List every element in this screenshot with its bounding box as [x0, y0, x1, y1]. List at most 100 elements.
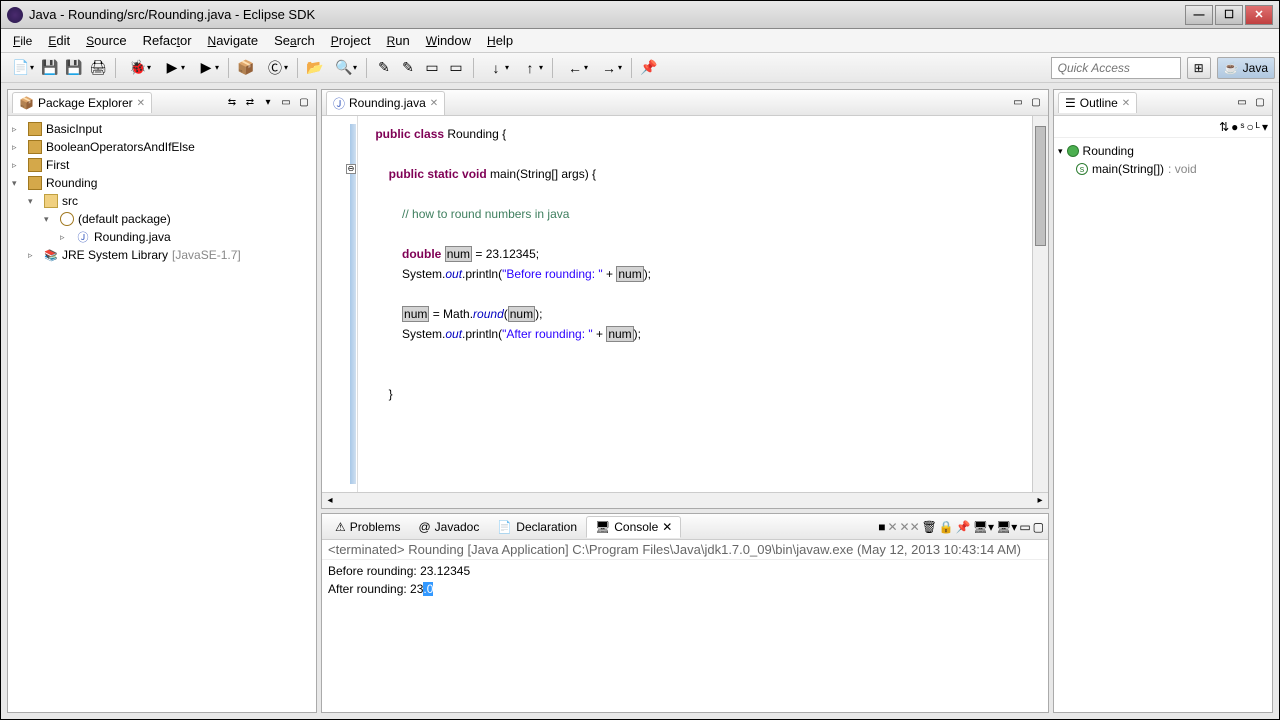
package-explorer-tab[interactable]: 📦 Package Explorer ✕ — [12, 92, 152, 113]
toggle-breadcrumb-button[interactable]: ▭ — [445, 57, 467, 79]
quick-access-input[interactable] — [1051, 57, 1181, 79]
maximize-editor-button[interactable]: ▢ — [1028, 95, 1044, 111]
minimize-outline-button[interactable]: ▭ — [1234, 95, 1250, 111]
editor-tab-rounding[interactable]: Ⓙ Rounding.java ✕ — [326, 91, 445, 115]
toggle-ws-button[interactable]: ▭ — [421, 57, 443, 79]
project-basicinput[interactable]: ▹BasicInput — [12, 120, 312, 138]
outline-tree[interactable]: ▾ Rounding s main(String[]): void — [1054, 138, 1272, 712]
toggle-mark-button[interactable]: ✎ — [373, 57, 395, 79]
outline-panel: ☰ Outline ✕ ▭ ▢ ⇅ ● ˢ ○ ᴸ ▾ — [1053, 89, 1273, 713]
search-button[interactable]: 🔍 — [328, 57, 360, 79]
maximize-outline-button[interactable]: ▢ — [1252, 95, 1268, 111]
hide-local-button[interactable]: ᴸ — [1256, 120, 1260, 134]
scroll-lock-button[interactable]: 🔒 — [939, 520, 954, 534]
main-area: 📦 Package Explorer ✕ ⇆ ⇄ ▾ ▭ ▢ ▹BasicInp… — [1, 83, 1279, 719]
remove-launch-button[interactable]: ✕ — [887, 520, 897, 534]
menu-help[interactable]: Help — [479, 30, 521, 51]
minimize-button[interactable]: — — [1185, 5, 1213, 25]
src-folder[interactable]: ▾src — [12, 192, 312, 210]
project-booleanops[interactable]: ▹BooleanOperatorsAndIfElse — [12, 138, 312, 156]
maximize-console-button[interactable]: ▢ — [1033, 520, 1044, 534]
terminate-button[interactable]: ■ — [878, 520, 885, 534]
tab-javadoc[interactable]: @ Javadoc — [409, 516, 488, 538]
close-icon[interactable]: ✕ — [137, 98, 145, 109]
toolbar: 📄 💾 💾 🖨 🐞 ▶ ▶ 📦 Ⓒ 📂 🔍 ✎ ✎ ▭ ▭ ↓ ↑ ← → 📌 … — [1, 53, 1279, 83]
outline-tab[interactable]: ☰ Outline ✕ — [1058, 92, 1137, 113]
editor-gutter[interactable]: ⊖ — [322, 116, 358, 492]
collapse-all-button[interactable]: ⇆ — [224, 95, 240, 111]
minimize-view-button[interactable]: ▭ — [278, 95, 294, 111]
package-explorer-panel: 📦 Package Explorer ✕ ⇆ ⇄ ▾ ▭ ▢ ▹BasicInp… — [7, 89, 317, 713]
package-tree[interactable]: ▹BasicInput ▹BooleanOperatorsAndIfElse ▹… — [8, 116, 316, 712]
menu-edit[interactable]: Edit — [40, 30, 78, 51]
project-rounding[interactable]: ▾Rounding — [12, 174, 312, 192]
view-menu-button[interactable]: ▾ — [260, 95, 276, 111]
new-class-button[interactable]: Ⓒ — [259, 57, 291, 79]
open-type-button[interactable]: 📂 — [304, 57, 326, 79]
console-output[interactable]: Before rounding: 23.12345After rounding:… — [322, 560, 1048, 712]
project-first[interactable]: ▹First — [12, 156, 312, 174]
editor-panel: Ⓙ Rounding.java ✕ ▭ ▢ ⊖ public class Rou — [321, 89, 1049, 509]
minimize-console-button[interactable]: ▭ — [1019, 520, 1030, 534]
link-editor-button[interactable]: ⇄ — [242, 95, 258, 111]
java-file-icon: Ⓙ — [333, 95, 345, 112]
jre-library[interactable]: ▹📚JRE System Library [JavaSE-1.7] — [12, 246, 312, 264]
maximize-view-button[interactable]: ▢ — [296, 95, 312, 111]
close-button[interactable]: ✕ — [1245, 5, 1273, 25]
minimize-editor-button[interactable]: ▭ — [1010, 95, 1026, 111]
menu-window[interactable]: Window — [418, 30, 479, 51]
vertical-scrollbar[interactable] — [1032, 116, 1048, 492]
remove-all-button[interactable]: ✕✕ — [900, 520, 920, 534]
java-file-rounding[interactable]: ▹ⒿRounding.java — [12, 228, 312, 246]
hide-fields-button[interactable]: ● — [1231, 120, 1238, 134]
outline-icon: ☰ — [1065, 96, 1076, 110]
menu-navigate[interactable]: Navigate — [200, 30, 267, 51]
back-button[interactable]: ← — [559, 57, 591, 79]
horizontal-scrollbar[interactable]: ◂▸ — [322, 492, 1048, 508]
pin-button[interactable]: 📌 — [638, 57, 660, 79]
debug-button[interactable]: 🐞 — [122, 57, 154, 79]
fold-button[interactable]: ⊖ — [346, 164, 356, 174]
forward-button[interactable]: → — [593, 57, 625, 79]
java-perspective-button[interactable]: ☕ Java — [1217, 57, 1275, 79]
close-icon[interactable]: ✕ — [1122, 98, 1130, 109]
prev-annotation-button[interactable]: ↑ — [514, 57, 546, 79]
menu-file[interactable]: File — [5, 30, 40, 51]
tab-console[interactable]: 🖥 Console ✕ — [586, 516, 681, 538]
menu-source[interactable]: Source — [78, 30, 135, 51]
hide-nonpublic-button[interactable]: ○ — [1247, 120, 1254, 134]
hide-static-button[interactable]: ˢ — [1240, 120, 1244, 134]
tab-problems[interactable]: ⚠ Problems — [326, 516, 409, 538]
outline-menu-button[interactable]: ▾ — [1262, 120, 1268, 134]
new-package-button[interactable]: 📦 — [235, 57, 257, 79]
outline-class[interactable]: ▾ Rounding — [1058, 142, 1268, 160]
menu-refactor[interactable]: Refactor — [135, 30, 200, 51]
display-console-button[interactable]: 🖥▾ — [973, 520, 994, 534]
default-package[interactable]: ▾(default package) — [12, 210, 312, 228]
eclipse-window: Java - Rounding/src/Rounding.java - Ecli… — [0, 0, 1280, 720]
run-external-button[interactable]: ▶ — [190, 57, 222, 79]
close-icon[interactable]: ✕ — [662, 520, 672, 534]
clear-console-button[interactable]: 🗑 — [922, 520, 937, 534]
code-editor[interactable]: ⊖ public class Rounding { public static … — [322, 116, 1048, 492]
run-button[interactable]: ▶ — [156, 57, 188, 79]
menu-run[interactable]: Run — [379, 30, 418, 51]
next-annotation-button[interactable]: ↓ — [480, 57, 512, 79]
toggle-block-button[interactable]: ✎ — [397, 57, 419, 79]
new-button[interactable]: 📄 — [5, 57, 37, 79]
outline-method-main[interactable]: s main(String[]): void — [1058, 160, 1268, 178]
close-icon[interactable]: ✕ — [430, 98, 438, 109]
save-button[interactable]: 💾 — [39, 57, 61, 79]
print-button[interactable]: 🖨 — [87, 57, 109, 79]
maximize-button[interactable]: ☐ — [1215, 5, 1243, 25]
pin-console-button[interactable]: 📌 — [956, 520, 971, 534]
tab-declaration[interactable]: 📄 Declaration — [488, 516, 586, 538]
menu-project[interactable]: Project — [323, 30, 379, 51]
menu-search[interactable]: Search — [266, 30, 323, 51]
save-all-button[interactable]: 💾 — [63, 57, 85, 79]
console-launch-info: <terminated> Rounding [Java Application]… — [322, 540, 1048, 560]
open-console-button[interactable]: 🖥▾ — [996, 520, 1017, 534]
open-perspective-button[interactable]: ⊞ — [1187, 57, 1211, 79]
window-title: Java - Rounding/src/Rounding.java - Ecli… — [29, 7, 1185, 22]
sort-button[interactable]: ⇅ — [1219, 120, 1229, 134]
